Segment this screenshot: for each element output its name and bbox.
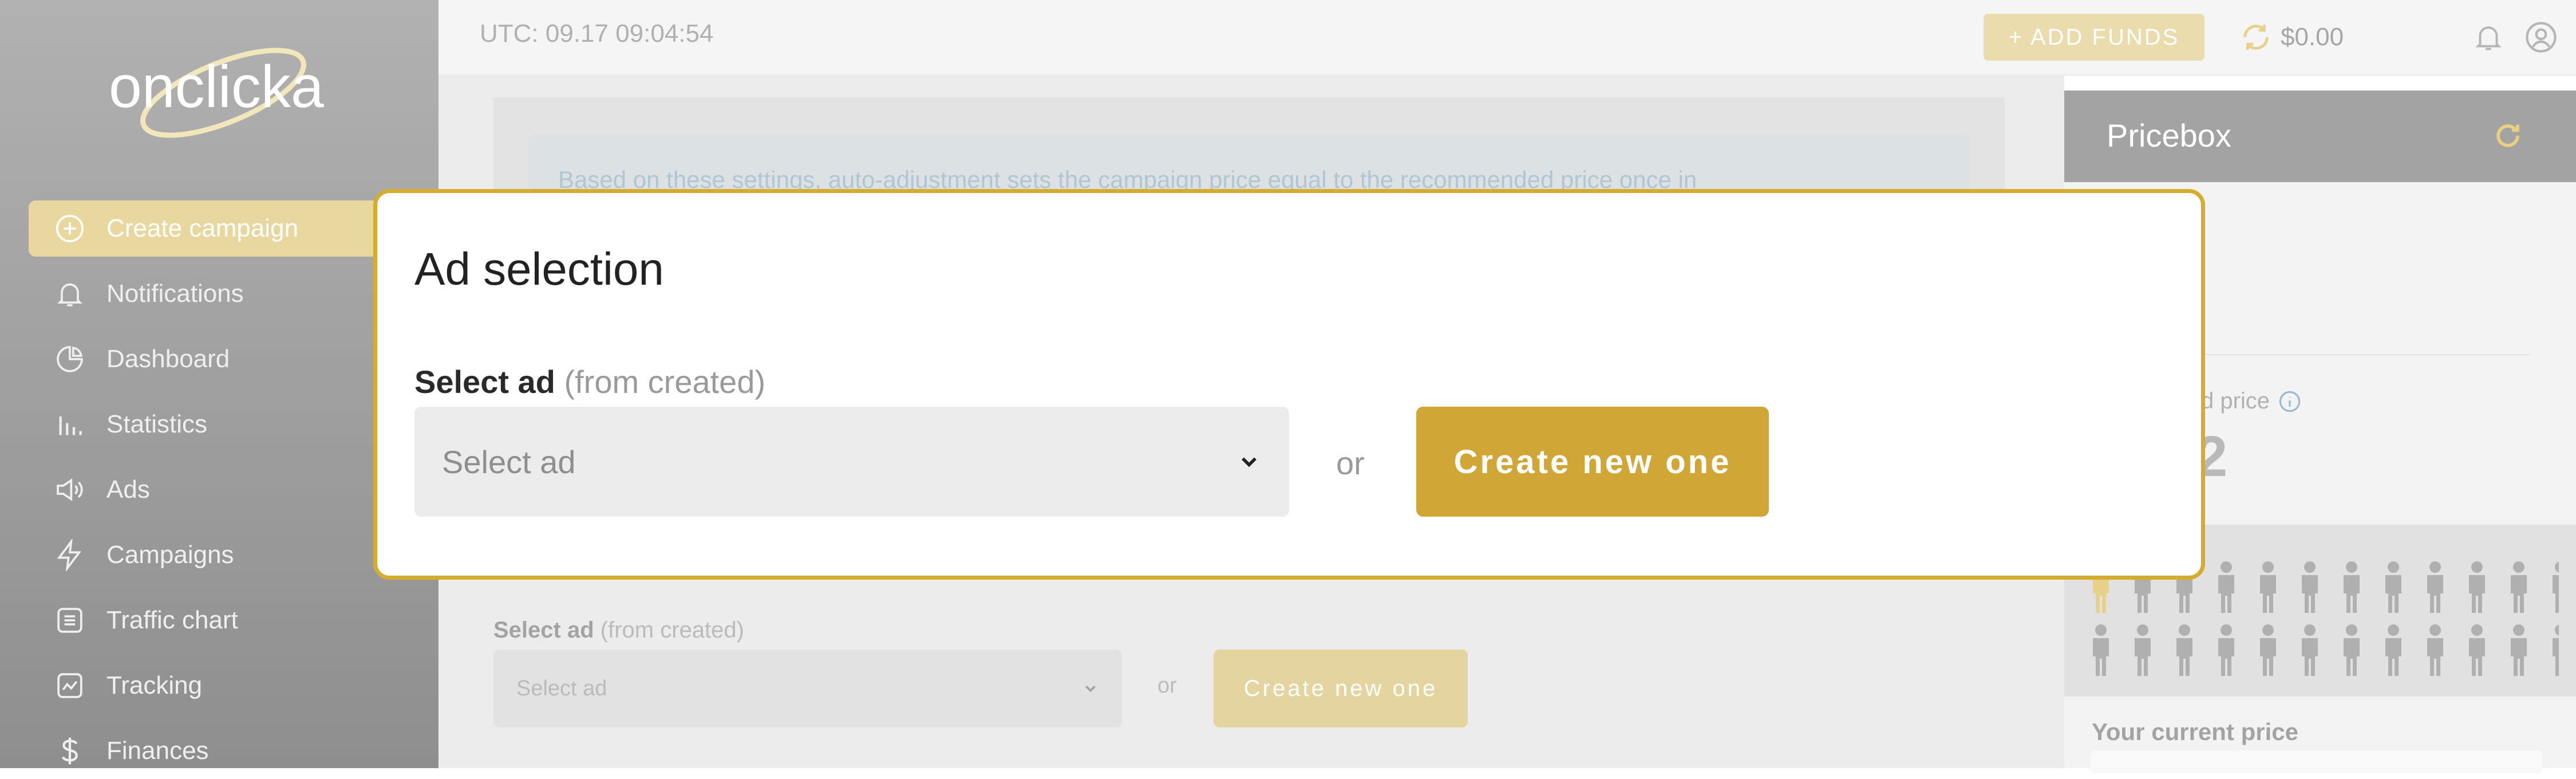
select-ad-placeholder: Select ad xyxy=(442,443,576,480)
select-ad-label-hint: (from created) xyxy=(564,364,766,400)
select-ad-label-text: Select ad xyxy=(414,364,555,400)
select-ad-dropdown[interactable]: Select ad xyxy=(414,407,1289,517)
chevron-down-icon xyxy=(1242,457,1257,467)
create-new-one-button[interactable]: Create new one xyxy=(1416,407,1769,517)
or-separator: or xyxy=(1336,445,1365,481)
modal-title: Ad selection xyxy=(414,243,664,294)
select-ad-label: Select ad (from created) xyxy=(414,363,765,400)
